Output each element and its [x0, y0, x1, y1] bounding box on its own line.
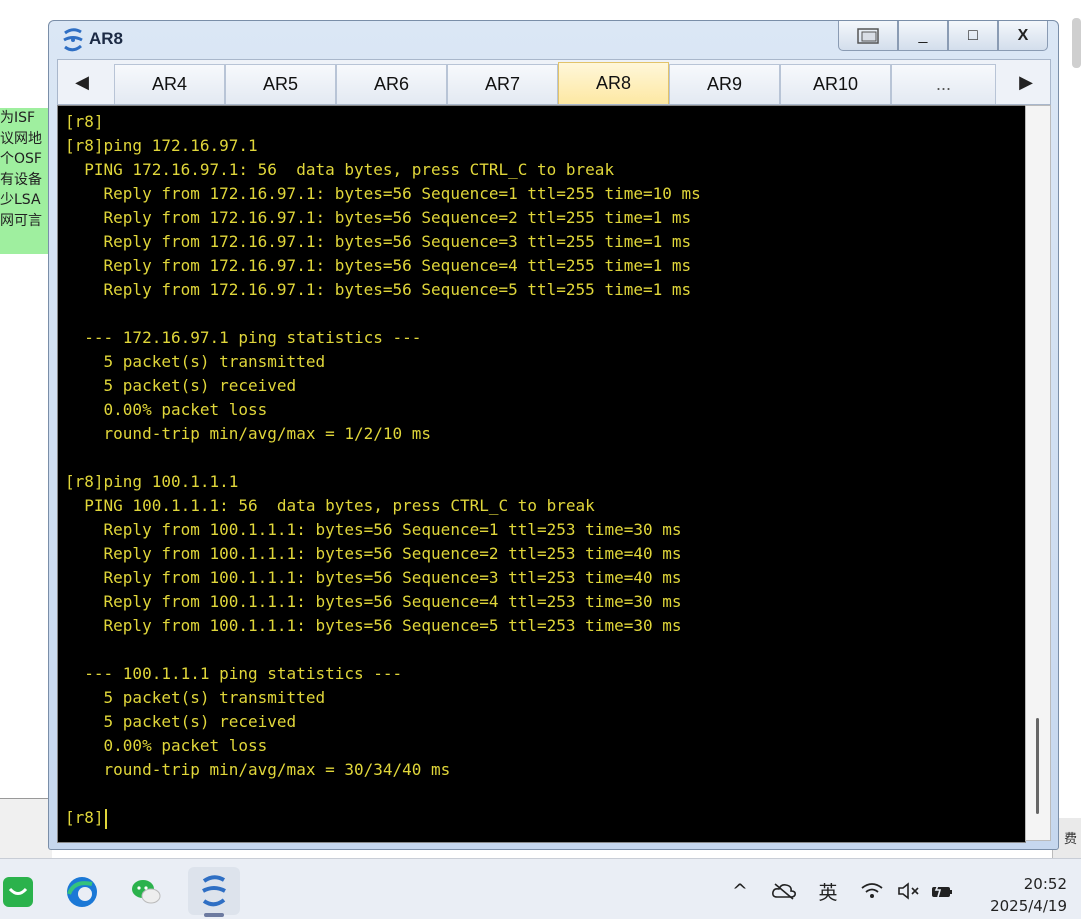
chevron-left-icon: ◀: [75, 71, 89, 93]
terminal-line: 0.00% packet loss: [65, 736, 268, 755]
minimize-button[interactable]: _: [898, 21, 948, 51]
device-tab-bar: ◀ AR4 AR5 AR6 AR7 AR8 AR9 AR10... ▶: [57, 59, 1051, 105]
tab-ar6[interactable]: AR6: [336, 64, 447, 104]
chevron-up-icon: ^: [732, 880, 748, 902]
terminal-line: --- 100.1.1.1 ping statistics ---: [65, 664, 403, 683]
terminal-line: 0.00% packet loss: [65, 400, 268, 419]
terminal-line: Reply from 172.16.97.1: bytes=56 Sequenc…: [65, 184, 701, 203]
terminal-line: [r8]: [65, 806, 107, 830]
tab-ar7[interactable]: AR7: [447, 64, 558, 104]
background-note-line: 网可言: [0, 212, 42, 229]
terminal-line: PING 100.1.1.1: 56 data bytes, press CTR…: [65, 496, 595, 515]
wechat-icon[interactable]: [128, 874, 164, 910]
taskbar: ^ 英 20:52 2025/4/19: [0, 858, 1081, 919]
volume-button[interactable]: [894, 873, 924, 909]
title-bar[interactable]: AR8 _ □ X: [49, 21, 1058, 59]
background-scrollbar[interactable]: [1072, 18, 1081, 68]
background-panel: [0, 798, 52, 859]
tab-more[interactable]: ...: [891, 64, 996, 104]
scrollbar-thumb[interactable]: [1036, 718, 1039, 814]
terminal-line: 5 packet(s) received: [65, 376, 297, 395]
ensp-app-icon: [63, 28, 83, 52]
terminal-line: Reply from 172.16.97.1: bytes=56 Sequenc…: [65, 256, 692, 275]
wifi-icon: [861, 883, 883, 898]
ensp-icon: [202, 875, 226, 907]
restore-down-button[interactable]: [838, 21, 898, 51]
restore-icon: [857, 27, 879, 44]
clock-date: 2025/4/19: [990, 897, 1067, 915]
terminal-line: PING 172.16.97.1: 56 data bytes, press C…: [65, 160, 615, 179]
tab-list: AR4 AR5 AR6 AR7 AR8 AR9 AR10...: [114, 62, 996, 104]
maximize-button[interactable]: □: [948, 21, 998, 51]
text-cursor: [104, 808, 107, 829]
show-hidden-icons-button[interactable]: ^: [718, 873, 762, 909]
terminal-line: [r8]ping 100.1.1.1: [65, 472, 239, 491]
onedrive-button[interactable]: [762, 873, 806, 909]
tab-scroll-right-button[interactable]: ▶: [1002, 60, 1050, 104]
terminal-line: round-trip min/avg/max = 30/34/40 ms: [65, 760, 451, 779]
background-note-line: 有设备: [0, 171, 42, 188]
terminal-line: Reply from 100.1.1.1: bytes=56 Sequence=…: [65, 544, 682, 563]
minimize-icon: _: [918, 26, 928, 44]
background-right-text: 费: [1063, 832, 1077, 847]
background-note: 为ISF 议网地 个OSF 有设备 少LSA 网可言: [0, 108, 52, 254]
battery-button[interactable]: [924, 873, 960, 909]
edge-icon[interactable]: [64, 874, 100, 910]
background-note-line: 少LSA: [0, 192, 41, 208]
network-button[interactable]: [850, 873, 894, 909]
system-tray: ^ 英: [718, 871, 960, 911]
active-app-indicator: [204, 913, 224, 917]
terminal-line: [r8]: [65, 112, 104, 131]
window-controls: _ □ X: [838, 21, 1048, 51]
terminal-line: Reply from 172.16.97.1: bytes=56 Sequenc…: [65, 208, 692, 227]
terminal-line: [r8]ping 172.16.97.1: [65, 136, 258, 155]
input-method-button[interactable]: 英: [806, 873, 850, 909]
ime-indicator: 英: [818, 881, 838, 904]
cloud-offline-icon: [772, 883, 796, 900]
window-title: AR8: [89, 29, 124, 48]
system-clock[interactable]: 20:52 2025/4/19: [990, 873, 1067, 917]
close-icon: X: [1017, 26, 1029, 44]
close-button[interactable]: X: [998, 21, 1048, 51]
background-note-line: 议网地: [0, 130, 42, 147]
background-note-line: 个OSF: [0, 151, 42, 167]
terminal-line: Reply from 100.1.1.1: bytes=56 Sequence=…: [65, 616, 682, 635]
tab-ar9[interactable]: AR9: [669, 64, 780, 104]
wechat-work-icon[interactable]: [0, 874, 36, 910]
ensp-taskbar-button[interactable]: [188, 867, 240, 915]
battery-charging-icon: [932, 882, 952, 898]
tab-ar10[interactable]: AR10: [780, 64, 891, 104]
tab-ar5[interactable]: AR5: [225, 64, 336, 104]
terminal-window: AR8 _ □ X ◀ AR4 AR5 AR6 AR7 AR8 AR9 AR10...: [48, 20, 1059, 850]
terminal-line: 5 packet(s) transmitted: [65, 688, 326, 707]
terminal-line: round-trip min/avg/max = 1/2/10 ms: [65, 424, 432, 443]
tab-scroll-left-button[interactable]: ◀: [58, 60, 106, 104]
background-note-line: 为ISF: [0, 110, 36, 126]
terminal-scrollbar[interactable]: [1025, 105, 1051, 841]
tab-ar4[interactable]: AR4: [114, 64, 225, 104]
terminal-line: Reply from 100.1.1.1: bytes=56 Sequence=…: [65, 520, 682, 539]
clock-time: 20:52: [1023, 875, 1067, 893]
tab-ar8[interactable]: AR8: [558, 62, 669, 104]
volume-muted-icon: [898, 882, 919, 900]
terminal-line: 5 packet(s) received: [65, 712, 297, 731]
terminal-line: Reply from 172.16.97.1: bytes=56 Sequenc…: [65, 232, 692, 251]
maximize-icon: □: [968, 26, 978, 44]
chevron-right-icon: ▶: [1019, 71, 1033, 93]
terminal-line: Reply from 100.1.1.1: bytes=56 Sequence=…: [65, 568, 682, 587]
terminal-line: Reply from 100.1.1.1: bytes=56 Sequence=…: [65, 592, 682, 611]
terminal-line: --- 172.16.97.1 ping statistics ---: [65, 328, 422, 347]
terminal-line: 5 packet(s) transmitted: [65, 352, 326, 371]
terminal-line: Reply from 172.16.97.1: bytes=56 Sequenc…: [65, 280, 692, 299]
terminal-console[interactable]: [r8] [r8]ping 172.16.97.1 PING 172.16.97.…: [57, 105, 1026, 843]
